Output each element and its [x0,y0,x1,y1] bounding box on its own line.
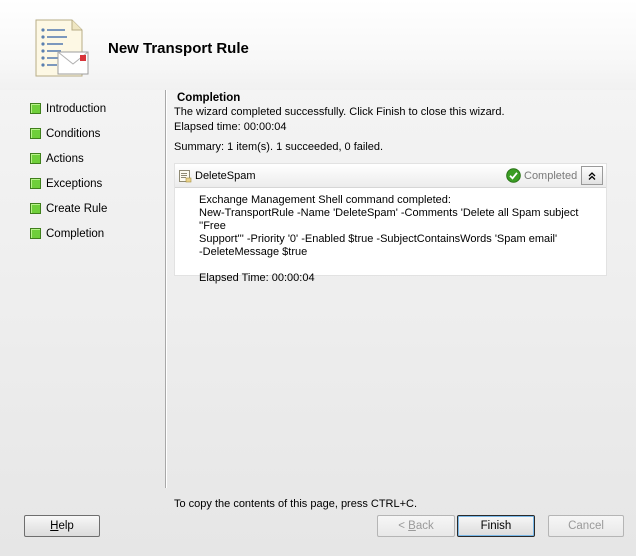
nav-item-label: Completion [46,227,105,240]
back-button[interactable]: < Back [377,515,455,537]
help-label: elp [58,520,74,532]
task-result-panel: DeleteSpam Completed Exchange Management… [174,163,607,284]
completion-message: The wizard completed successfully. Click… [174,106,505,118]
task-document-icon [179,170,192,183]
wizard-window: New Transport Rule Introduction Conditio… [0,0,636,556]
cancel-button[interactable]: Cancel [548,515,624,537]
step-complete-icon [30,228,41,239]
section-title: Completion [177,92,241,104]
result-line: Exchange Management Shell command comple… [199,194,451,206]
wizard-title: New Transport Rule [108,40,249,57]
nav-item-introduction[interactable]: Introduction [30,96,155,121]
result-command-line: -DeleteMessage $true [199,246,308,258]
step-complete-icon [30,128,41,139]
step-complete-icon [30,178,41,189]
finish-button[interactable]: Finish [457,515,535,537]
nav-item-label: Conditions [46,127,101,140]
elapsed-time: Elapsed time: 00:00:04 [174,121,287,133]
summary-text: Summary: 1 item(s). 1 succeeded, 0 faile… [174,141,384,153]
nav-item-exceptions[interactable]: Exceptions [30,171,155,196]
completion-content: Completion The wizard completed successf… [174,92,614,156]
back-label: ack [415,520,434,532]
nav-item-label: Create Rule [46,202,108,215]
help-mnemonic: H [50,520,59,532]
result-command-line: Support''' -Priority '0' -Enabled $true … [199,233,558,245]
wizard-header: New Transport Rule [0,0,636,90]
nav-item-label: Exceptions [46,177,103,190]
panel-divider [165,90,166,488]
nav-item-completion[interactable]: Completion [30,221,155,246]
copy-hint: To copy the contents of this page, press… [174,498,418,510]
double-chevron-up-icon [588,171,596,180]
result-command-line: New-TransportRule -Name 'DeleteSpam' -Co… [199,207,579,232]
nav-item-conditions[interactable]: Conditions [30,121,155,146]
task-result-header: DeleteSpam Completed [175,164,606,188]
transport-rule-icon [35,19,89,77]
success-check-icon [506,168,521,183]
task-name: DeleteSpam [195,170,256,182]
nav-item-label: Actions [46,152,84,165]
wizard-steps-nav: Introduction Conditions Actions Exceptio… [30,96,155,246]
nav-item-create-rule[interactable]: Create Rule [30,196,155,221]
back-prefix: < [398,520,409,532]
collapse-button[interactable] [581,166,603,185]
nav-item-label: Introduction [46,102,107,115]
step-complete-icon [30,203,41,214]
step-complete-icon [30,103,41,114]
status-label: Completed [524,170,578,182]
nav-item-actions[interactable]: Actions [30,146,155,171]
result-elapsed-time: Elapsed Time: 00:00:04 [199,272,315,284]
back-mnemonic: B [408,520,416,532]
help-button[interactable]: Help [24,515,100,537]
step-complete-icon [30,153,41,164]
task-result-body: Exchange Management Shell command comple… [199,194,599,285]
